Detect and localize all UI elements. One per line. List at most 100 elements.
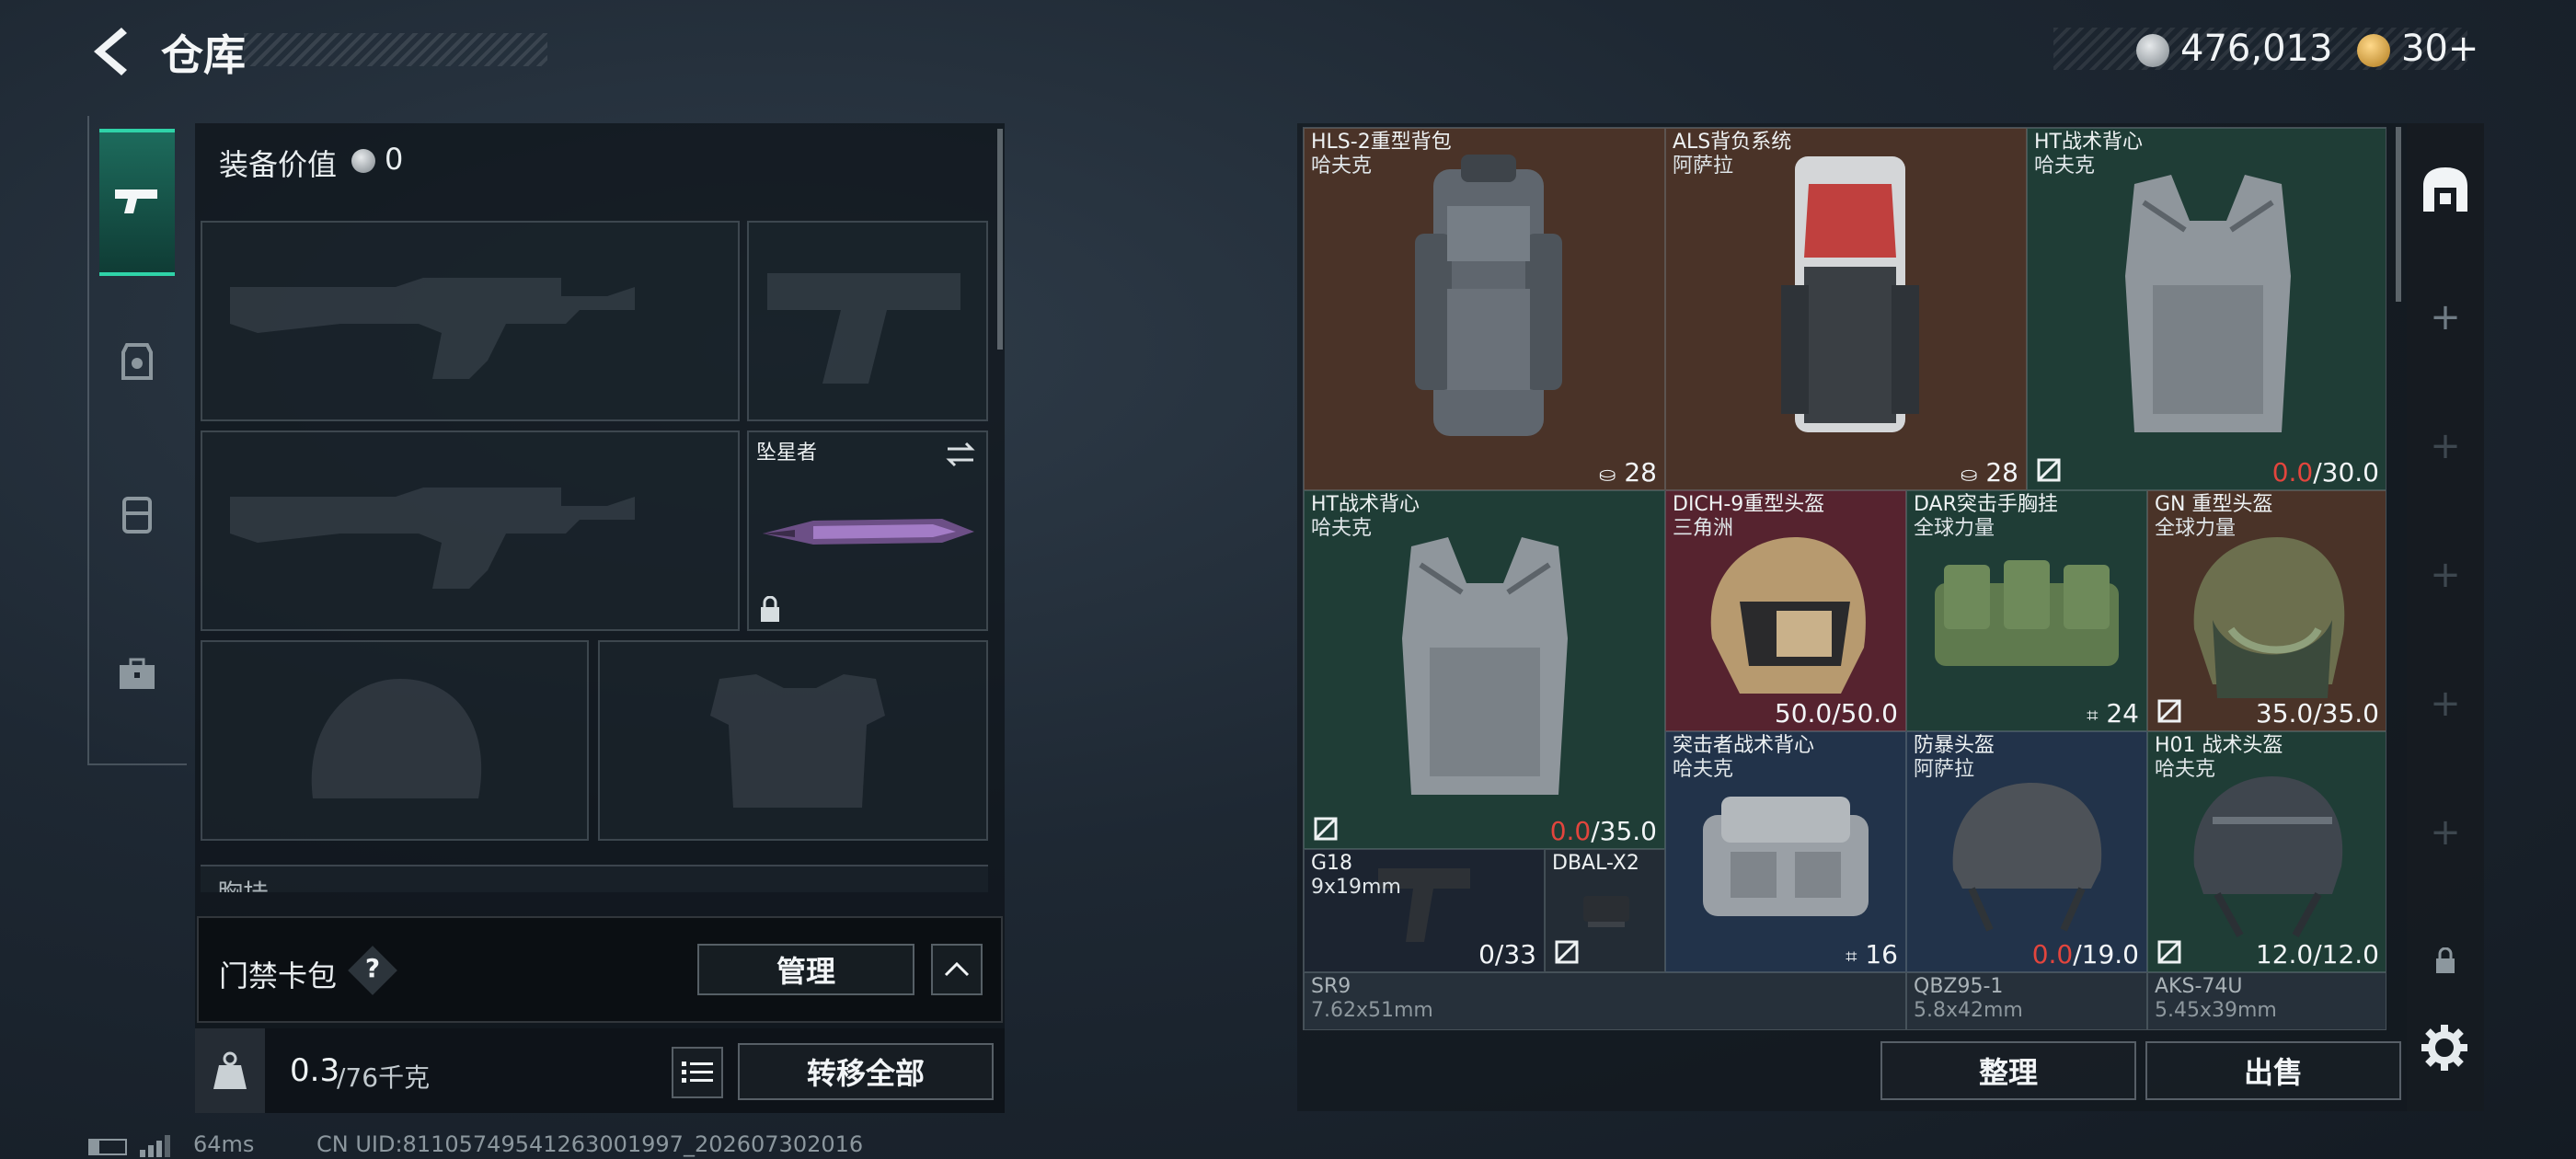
plus-icon[interactable]: + <box>2407 296 2484 339</box>
capacity-icon: ⛀ <box>1599 464 1616 487</box>
sort-button[interactable]: 整理 <box>1880 1041 2136 1100</box>
sidebar-tab-weapons[interactable] <box>99 129 175 276</box>
manage-button[interactable]: 管理 <box>697 944 914 995</box>
no-repair-icon <box>2157 940 2181 964</box>
lock-icon <box>2436 947 2455 973</box>
chest-rig-label: 胸挂 <box>217 874 269 892</box>
secondary-weapon-slot[interactable] <box>201 430 740 631</box>
item-name: QBZ95-1 <box>1914 975 2004 998</box>
melee-name: 坠星者 <box>756 442 818 465</box>
gold-coin-icon <box>2357 34 2390 67</box>
item-name: SR9 <box>1311 975 1351 998</box>
stash-item[interactable]: GN 重型头盔 全球力量 35.0/35.0 <box>2147 490 2386 731</box>
helmet-image <box>2193 537 2345 698</box>
coin-amount[interactable]: 30+ <box>2401 28 2478 70</box>
weight-current: 0.3 <box>290 1052 340 1089</box>
plus-icon[interactable]: + <box>2407 554 2484 596</box>
item-brand: 阿萨拉 <box>1673 155 1734 178</box>
silver-coin-icon <box>2136 34 2169 67</box>
item-name: H01 战术头盔 <box>2155 734 2283 757</box>
stash-item[interactable]: QBZ95-1 5.8x42mm <box>1906 972 2147 1029</box>
body-armor-slot[interactable] <box>598 640 988 841</box>
item-ammo: 0/33 <box>1478 939 1536 970</box>
item-name: AKS-74U <box>2155 975 2243 998</box>
sidebar-tab-backpack[interactable] <box>99 478 175 552</box>
armor-icon <box>121 343 153 380</box>
item-name: GN 重型头盔 <box>2155 493 2273 516</box>
equip-value-label: 装备价值 <box>219 147 338 182</box>
title-stripe <box>244 33 547 66</box>
chest-rig-image <box>1935 560 2119 666</box>
item-name: 防暴头盔 <box>1914 734 1995 757</box>
stash-item[interactable]: AKS-74U 5.45x39mm <box>2147 972 2386 1029</box>
item-brand: 哈夫克 <box>2034 155 2096 178</box>
item-name: DICH-9重型头盔 <box>1673 493 1825 516</box>
stash-item[interactable]: HT战术背心 哈夫克 0.0/30.0 <box>2027 128 2386 490</box>
item-capacity: ⛀ 28 <box>1599 457 1657 488</box>
loadout-scrollbar[interactable] <box>997 129 1003 350</box>
collapse-button[interactable] <box>931 944 983 995</box>
swap-icon[interactable] <box>942 438 979 471</box>
stash-item[interactable]: DAR突击手胸挂 全球力量 ⌗ 24 <box>1906 490 2147 731</box>
no-repair-icon <box>1314 817 1338 841</box>
chest-rig-slot[interactable]: 胸挂 <box>201 865 988 892</box>
stash-item[interactable]: HT战术背心 哈夫克 0.0/35.0 <box>1304 490 1665 849</box>
battery-icon <box>88 1139 127 1155</box>
helmet-slot[interactable] <box>201 640 589 841</box>
vest-image <box>1402 537 1568 795</box>
settings-icon[interactable] <box>2420 1023 2469 1073</box>
transfer-all-button[interactable]: 转移全部 <box>738 1043 994 1100</box>
item-capacity: ⌗ 24 <box>2087 698 2139 729</box>
melee-slot[interactable]: 坠星者 <box>747 430 988 631</box>
pistol-icon <box>115 189 157 213</box>
stash-item[interactable]: DBAL-X2 <box>1545 849 1665 972</box>
capacity-icon: ⌗ <box>1846 946 1857 969</box>
stash-item[interactable]: G18 9x19mm 0/33 <box>1304 849 1545 972</box>
sidebar-tab-toolbox[interactable] <box>99 639 175 713</box>
page-title: 仓库 <box>161 30 246 80</box>
signal-icon <box>140 1135 170 1157</box>
item-name: HT战术背心 <box>1311 493 1420 516</box>
pistol-slot[interactable] <box>747 221 988 421</box>
stash-item[interactable]: 防暴头盔 阿萨拉 0.0/19.0 <box>1906 731 2147 972</box>
uid-text: CN UID:81105749541263001997_202607302016 <box>316 1131 864 1157</box>
sell-button[interactable]: 出售 <box>2145 1041 2401 1100</box>
stash-home-tab[interactable] <box>2412 156 2478 223</box>
stash-item[interactable]: 突击者战术背心 哈夫克 ⌗ 16 <box>1665 731 1906 972</box>
item-durability: 0.0/30.0 <box>2271 457 2379 488</box>
attachment-image <box>1583 896 1629 927</box>
back-button[interactable] <box>85 24 140 79</box>
plus-icon[interactable]: + <box>2407 811 2484 854</box>
plus-icon[interactable]: + <box>2407 425 2484 467</box>
item-brand: 哈夫克 <box>1673 758 1734 781</box>
lock-icon <box>761 596 779 622</box>
stash-item[interactable]: HLS-2重型背包 哈夫克 ⛀ 28 <box>1304 128 1665 490</box>
stash-scrollbar[interactable] <box>2396 127 2401 302</box>
ping-text: 64ms <box>193 1131 255 1157</box>
item-brand: 哈夫克 <box>2155 758 2216 781</box>
item-brand: 5.45x39mm <box>2155 999 2277 1022</box>
weight-icon <box>213 1051 247 1089</box>
back-arrow-icon <box>94 28 127 75</box>
item-name: HT战术背心 <box>2034 131 2143 154</box>
list-button[interactable] <box>672 1047 723 1098</box>
plus-icon[interactable]: + <box>2407 683 2484 725</box>
item-brand: 5.8x42mm <box>1914 999 2023 1022</box>
equip-value: 0 <box>385 142 404 177</box>
item-brand: 全球力量 <box>2155 517 2237 540</box>
stash-item[interactable]: SR9 7.62x51mm <box>1304 972 1906 1029</box>
stash-item[interactable]: ALS背负系统 阿萨拉 ⛀ 28 <box>1665 128 2027 490</box>
stash-item[interactable]: DICH-9重型头盔 三角洲 50.0/50.0 <box>1665 490 1906 731</box>
capacity-icon: ⛀ <box>1961 464 1978 487</box>
keycard-label: 门禁卡包 <box>219 958 338 993</box>
primary-weapon-slot[interactable] <box>201 221 740 421</box>
no-repair-icon <box>2037 458 2061 482</box>
stash-item[interactable]: H01 战术头盔 哈夫克 12.0/12.0 <box>2147 731 2386 972</box>
item-name: DAR突击手胸挂 <box>1914 493 2058 516</box>
pistol-image <box>1378 868 1470 942</box>
sidebar-tab-armor[interactable] <box>99 327 175 400</box>
helmet-image <box>1710 537 1866 694</box>
item-name: ALS背负系统 <box>1673 131 1792 154</box>
home-icon <box>2423 167 2467 212</box>
list-icon <box>682 1061 713 1083</box>
